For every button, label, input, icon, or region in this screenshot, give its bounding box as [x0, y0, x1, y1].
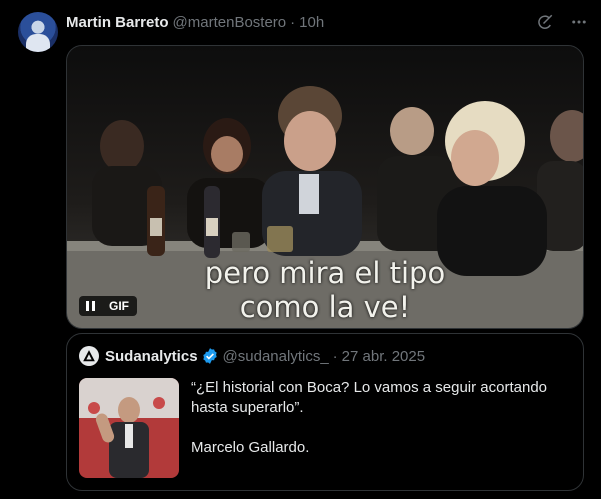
- author-name[interactable]: Martin Barreto: [66, 14, 169, 31]
- author-handle[interactable]: @martenBostero: [173, 14, 287, 31]
- separator-dot: ·: [290, 13, 296, 31]
- quoted-author-handle: @sudanalytics_: [222, 347, 329, 365]
- quoted-text-line-1: “¿El historial con Boca? Lo vamos a segu…: [191, 379, 548, 416]
- quoted-tweet-header: Sudanalytics @sudanalytics_ · 27 abr. 20…: [79, 346, 425, 366]
- quoted-tweet[interactable]: Sudanalytics @sudanalytics_ · 27 abr. 20…: [66, 333, 584, 491]
- quoted-text-line-2: Marcelo Gallardo.: [191, 439, 310, 456]
- quoted-separator: ·: [332, 347, 338, 365]
- tweet-time[interactable]: 10h: [299, 14, 324, 31]
- caption-line-2: como la ve!: [239, 290, 411, 324]
- quoted-date: 27 abr. 2025: [341, 347, 426, 365]
- quoted-tweet-text: “¿El historial con Boca? Lo vamos a segu…: [191, 378, 571, 458]
- grok-icon[interactable]: [535, 12, 555, 32]
- quoted-author-name: Sudanalytics: [105, 347, 198, 365]
- quoted-thumbnail-image[interactable]: [79, 378, 179, 478]
- tweet-header: Martin Barreto @martenBostero · 10h: [66, 12, 589, 32]
- gif-badge: GIF: [101, 296, 137, 316]
- more-icon[interactable]: [569, 12, 589, 32]
- pause-icon[interactable]: [79, 296, 101, 316]
- gif-media[interactable]: pero mira el tipo como la ve! GIF: [66, 45, 584, 329]
- sudanalytics-logo-icon: [79, 346, 99, 366]
- verified-badge-icon: [201, 347, 219, 365]
- caption-line-1: pero mira el tipo: [204, 256, 446, 290]
- gif-controls: GIF: [79, 296, 137, 316]
- author-avatar[interactable]: [18, 12, 58, 52]
